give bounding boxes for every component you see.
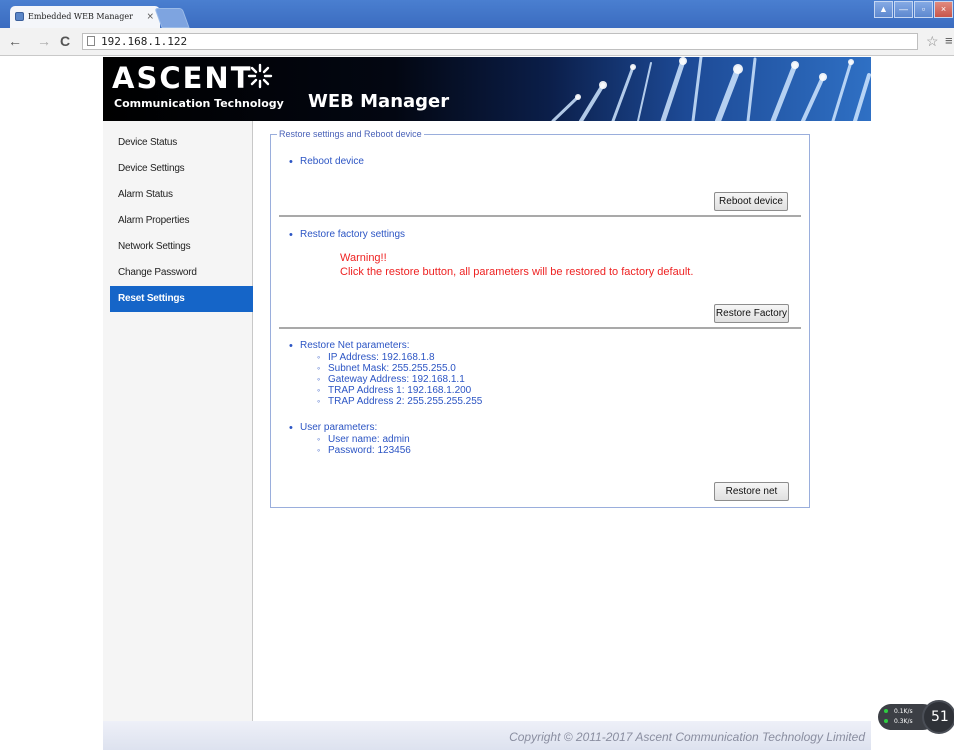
tab-close-icon[interactable]: × [146,6,154,28]
fieldset-legend: Restore settings and Reboot device [277,129,424,140]
warning-message: Click the restore button, all parameters… [340,266,694,278]
window-maximize-button[interactable]: ▫ [914,1,933,18]
upload-dot-icon [884,709,888,713]
section-divider [279,327,801,329]
bookmark-star-icon[interactable]: ☆ [926,32,939,50]
browser-toolbar: ← → C 192.168.1.122 ☆ ≡ [0,28,954,56]
address-bar[interactable]: 192.168.1.122 [82,33,918,50]
net-section-title: Restore Net parameters: [289,340,409,352]
user-param-password: Password: 123456 [317,445,411,456]
section-divider [279,215,801,217]
sidebar-item-reset-settings[interactable]: Reset Settings [110,286,253,312]
restore-settings-fieldset: Restore settings and Reboot device Reboo… [270,129,810,508]
company-logo: ASCENT [112,61,253,95]
back-arrow-icon[interactable]: ← [8,32,22,50]
sidebar-item-device-settings[interactable]: Device Settings [110,156,253,182]
main-content: Restore settings and Reboot device Reboo… [253,121,871,721]
net-param-trap1: TRAP Address 1: 192.168.1.200 [317,385,471,396]
new-tab-button[interactable] [154,8,190,28]
reboot-device-button[interactable]: Reboot device [714,192,788,211]
page-icon [87,36,95,46]
factory-section-title: Restore factory settings [289,229,405,241]
address-text: 192.168.1.122 [101,35,188,48]
fiber-optic-banner-image [551,57,871,121]
sidebar-item-change-password[interactable]: Change Password [110,260,253,286]
sidebar-item-alarm-status[interactable]: Alarm Status [110,182,253,208]
tab-title: Embedded WEB Manager [28,12,133,21]
speed-gauge: 51 [922,700,954,734]
reboot-section-title: Reboot device [289,156,364,168]
network-speed-widget[interactable]: 0.1K/s 0.3K/s 51 [878,700,954,734]
logo-star-icon [247,63,273,89]
window-controls: ▲ — ▫ × [874,0,954,20]
company-tagline: Communication Technology [114,97,284,110]
reload-icon[interactable]: C [60,32,70,50]
net-param-ip: IP Address: 192.168.1.8 [317,352,435,363]
window-close-button[interactable]: × [934,1,953,18]
forward-arrow-icon[interactable]: → [37,32,51,50]
restore-net-button[interactable]: Restore net [714,482,789,501]
browser-tab[interactable]: Embedded WEB Manager × [10,6,160,28]
page-header: ASCENT Communication Technology WEB Mana… [103,57,871,121]
app-title: WEB Manager [308,91,450,112]
net-param-subnet: Subnet Mask: 255.255.255.0 [317,363,456,374]
net-param-gateway: Gateway Address: 192.168.1.1 [317,374,465,385]
page-favicon-icon [15,12,24,21]
page-footer: Copyright © 2011-2017 Ascent Communicati… [103,721,871,750]
sidebar-item-network-settings[interactable]: Network Settings [110,234,253,260]
copyright-text: Copyright © 2011-2017 Ascent Communicati… [509,730,865,744]
window-profile-icon[interactable]: ▲ [874,1,893,18]
browser-tab-bar: Embedded WEB Manager × ▲ — ▫ × [0,0,954,28]
net-param-trap2: TRAP Address 2: 255.255.255.255 [317,396,482,407]
sidebar-item-alarm-properties[interactable]: Alarm Properties [110,208,253,234]
browser-menu-icon[interactable]: ≡ [945,32,953,50]
download-dot-icon [884,719,888,723]
user-param-name: User name: admin [317,434,410,445]
warning-title: Warning!! [340,252,387,264]
sidebar-item-device-status[interactable]: Device Status [110,130,253,156]
window-minimize-button[interactable]: — [894,1,913,18]
user-section-title: User parameters: [289,422,377,434]
sidebar: Device Status Device Settings Alarm Stat… [103,121,253,721]
restore-factory-button[interactable]: Restore Factory [714,304,789,323]
